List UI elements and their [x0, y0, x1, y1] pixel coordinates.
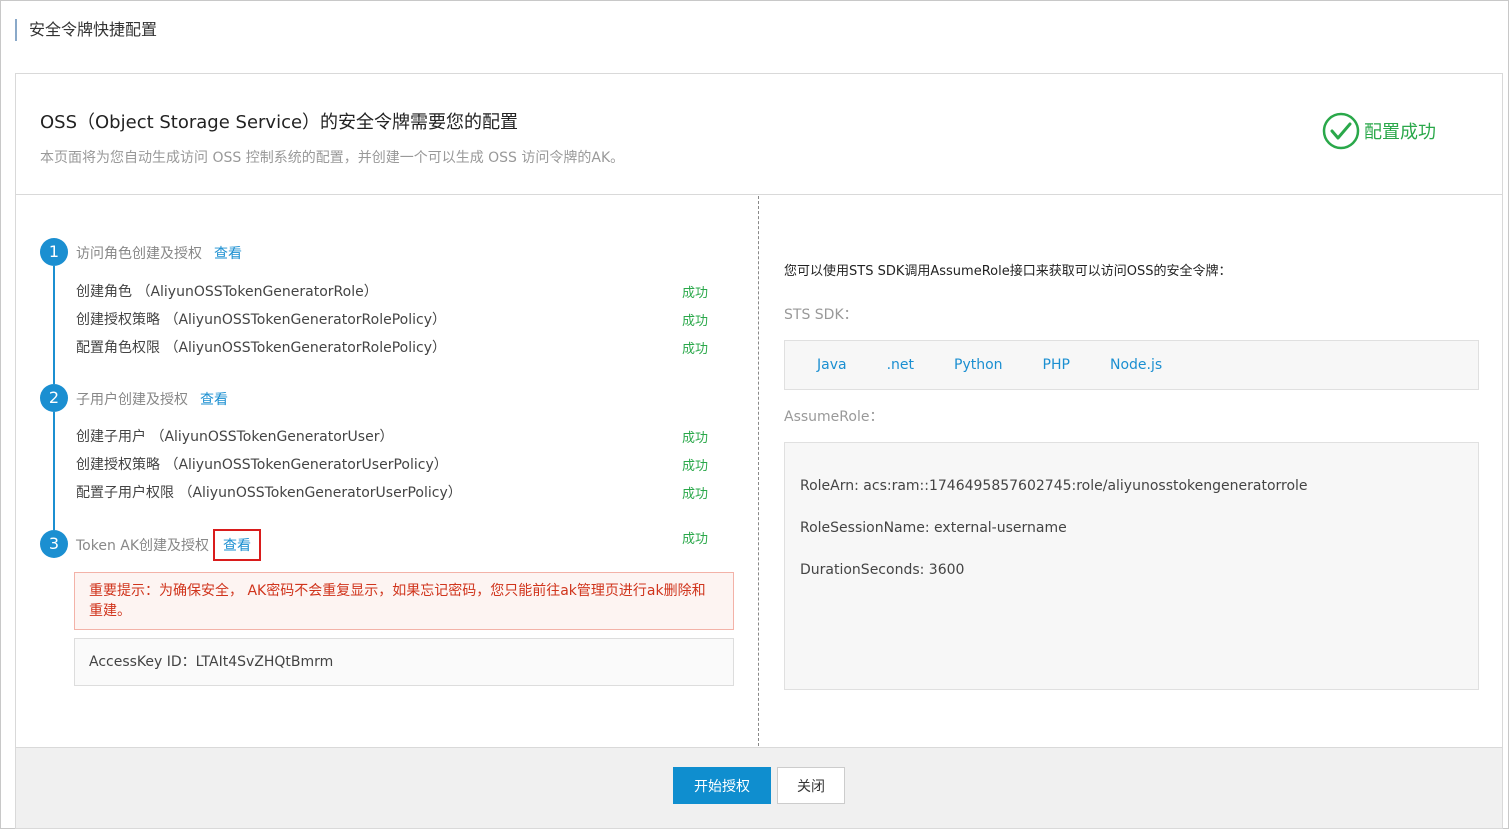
step-row-status: 成功 — [682, 286, 709, 301]
step-row: 创建授权策略 （AliyunOSSTokenGeneratorUserPolic… — [76, 457, 448, 473]
step-row-status: 成功 — [682, 459, 709, 474]
sdk-links: Java .net Python PHP Node.js — [784, 340, 1479, 390]
check-circle-icon — [1322, 112, 1360, 150]
step-title: 访问角色创建及授权 — [76, 246, 202, 262]
step-title: 子用户创建及授权 — [76, 392, 188, 408]
assume-role-params: RoleArn: acs:ram::1746495857602745:role/… — [784, 442, 1479, 690]
step-label: Token AK创建及授权 查看 — [76, 529, 262, 561]
step-row: 配置角色权限 （AliyunOSSTokenGeneratorRolePolic… — [76, 340, 446, 356]
security-warning: 重要提示：为确保安全， AK密码不会重复显示，如果忘记密码，您只能前往ak管理页… — [74, 572, 734, 630]
role-session-name: RoleSessionName: external-username — [800, 520, 1067, 536]
assume-role-label: AssumeRole： — [784, 409, 884, 425]
config-panel: OSS（Object Storage Service）的安全令牌需要您的配置 本… — [15, 73, 1503, 829]
close-button[interactable]: 关闭 — [777, 767, 845, 804]
panel-title: OSS（Object Storage Service）的安全令牌需要您的配置 — [40, 112, 519, 133]
sdk-lead-text: 您可以使用STS SDK调用AssumeRole接口来获取可以访问OSS的安全令… — [784, 264, 1232, 279]
step-label: 访问角色创建及授权 查看 — [76, 243, 242, 263]
step-row: 创建授权策略 （AliyunOSSTokenGeneratorRolePolic… — [76, 312, 446, 328]
step-connector — [53, 266, 55, 384]
sdk-link-python[interactable]: Python — [954, 357, 1003, 373]
view-link-step-3[interactable]: 查看 — [223, 538, 251, 554]
step-row: 配置子用户权限 （AliyunOSSTokenGeneratorUserPoli… — [76, 485, 462, 501]
step-row: 创建子用户 （AliyunOSSTokenGeneratorUser） — [76, 429, 394, 445]
view-link-step-1[interactable]: 查看 — [214, 246, 242, 262]
config-success-text: 配置成功 — [1364, 122, 1436, 143]
step-number: 3 — [40, 530, 68, 558]
step-row-status: 成功 — [682, 342, 709, 357]
step-row-status: 成功 — [682, 487, 709, 502]
step-row-status: 成功 — [682, 431, 709, 446]
config-success-badge: 配置成功 — [1322, 112, 1436, 150]
sts-sdk-label: STS SDK： — [784, 307, 858, 323]
duration-seconds: DurationSeconds: 3600 — [800, 562, 965, 578]
step-row-status: 成功 — [682, 314, 709, 329]
panel-description: 本页面将为您自动生成访问 OSS 控制系统的配置，并创建一个可以生成 OSS 访… — [40, 150, 625, 166]
column-divider — [758, 196, 759, 746]
panel-footer: 开始授权 关闭 — [16, 747, 1502, 828]
step-row-status: 成功 — [682, 532, 709, 547]
step-label: 子用户创建及授权 查看 — [76, 389, 228, 409]
step-connector — [53, 412, 55, 530]
access-key-field: AccessKey ID：LTAIt4SvZHQtBmrm — [74, 638, 734, 686]
page-title: 安全令牌快捷配置 — [15, 19, 157, 41]
step-row: 创建角色 （AliyunOSSTokenGeneratorRole） — [76, 284, 378, 300]
start-authorization-button[interactable]: 开始授权 — [673, 767, 771, 804]
sdk-link-php[interactable]: PHP — [1043, 357, 1070, 373]
panel-content: 1 访问角色创建及授权 查看 创建角色 （AliyunOSSTokenGenera… — [16, 196, 1502, 746]
sdk-link-nodejs[interactable]: Node.js — [1110, 357, 1162, 373]
step-title: Token AK创建及授权 — [76, 538, 210, 554]
step-number: 1 — [40, 238, 68, 266]
view-link-step-2[interactable]: 查看 — [200, 392, 228, 408]
panel-header: OSS（Object Storage Service）的安全令牌需要您的配置 本… — [16, 74, 1502, 195]
role-arn: RoleArn: acs:ram::1746495857602745:role/… — [800, 478, 1308, 494]
window-frame: 安全令牌快捷配置 OSS（Object Storage Service）的安全令… — [0, 0, 1509, 829]
sdk-link-java[interactable]: Java — [817, 357, 847, 373]
step-number: 2 — [40, 384, 68, 412]
sdk-link-dotnet[interactable]: .net — [887, 357, 914, 373]
view-link-highlight: 查看 — [213, 529, 262, 561]
